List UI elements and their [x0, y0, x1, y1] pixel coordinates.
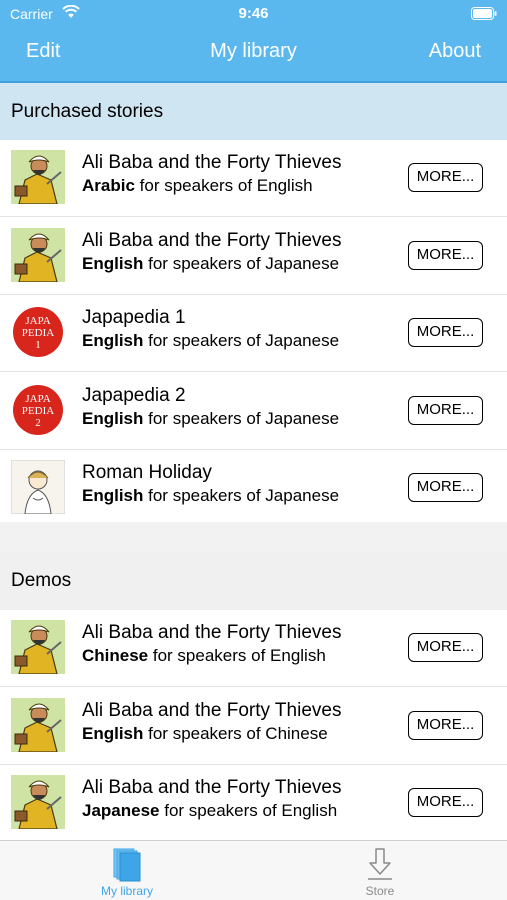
section-spacer — [0, 522, 507, 552]
story-title: Japapedia 2 — [82, 384, 186, 406]
status-bar: Carrier 9:46 — [0, 0, 507, 28]
library-icon — [113, 848, 141, 882]
thumbnail-text: PEDIA — [22, 327, 54, 339]
more-button[interactable]: MORE... — [408, 318, 483, 347]
thumbnail-text: 1 — [35, 339, 41, 351]
more-button[interactable]: MORE... — [408, 788, 483, 817]
more-button[interactable]: MORE... — [408, 473, 483, 502]
story-row[interactable]: Ali Baba and the Forty Thieves Arabic for… — [0, 140, 507, 217]
story-row[interactable]: Ali Baba and the Forty Thieves Chinese fo… — [0, 610, 507, 687]
story-speakers-text: for speakers of Japanese — [143, 253, 340, 273]
story-row[interactable]: Ali Baba and the Forty Thieves English fo… — [0, 687, 507, 765]
story-speakers-text: for speakers of English — [134, 176, 313, 195]
story-language-subtitle: English for speakers of Japanese — [82, 254, 339, 274]
ali-baba-thumbnail — [11, 775, 65, 830]
more-button[interactable]: MORE... — [408, 240, 483, 270]
story-title: Ali Baba and the Forty Thieves — [82, 699, 342, 721]
story-target-language: English — [82, 408, 144, 428]
japapedia-thumbnail: JAPA PEDIA 2 — [11, 383, 65, 437]
story-target-language: English — [82, 723, 144, 743]
ali-baba-thumbnail — [11, 620, 65, 675]
ali-baba-thumbnail — [11, 150, 65, 205]
thumbnail-text: JAPA — [25, 393, 50, 405]
section-header-demos: Demos — [0, 552, 507, 610]
story-title: Ali Baba and the Forty Thieves — [82, 777, 342, 798]
download-icon — [368, 848, 392, 880]
story-speakers-text: for speakers of Chinese — [143, 723, 328, 743]
story-title: Japapedia 1 — [82, 307, 186, 328]
roman-holiday-thumbnail — [10, 459, 66, 515]
story-row[interactable]: JAPA PEDIA 1 Japapedia 1 English for speaker… — [0, 295, 507, 372]
story-speakers-text: for speakers of Japanese — [143, 331, 340, 350]
thumbnail-text: PEDIA — [22, 405, 54, 417]
story-speakers-text: for speakers of Japanese — [143, 408, 340, 428]
navigation-bar: Edit My library About — [0, 28, 507, 81]
status-time: 9:46 — [238, 5, 269, 22]
story-row[interactable]: JAPA PEDIA 2 Japapedia 2 English for speaker… — [0, 372, 507, 450]
story-target-language: Japanese — [82, 801, 160, 820]
story-target-language: Arabic — [82, 176, 135, 195]
section-header-purchased: Purchased stories — [0, 83, 507, 140]
battery-icon — [471, 7, 497, 20]
story-target-language: English — [82, 253, 144, 273]
tab-my-library[interactable]: My library — [0, 841, 254, 900]
story-title: Ali Baba and the Forty Thieves — [82, 152, 342, 173]
tab-store[interactable]: Store — [253, 841, 507, 900]
story-language-subtitle: English for speakers of Chinese — [82, 724, 328, 744]
story-language-subtitle: English for speakers of Japanese — [82, 409, 339, 429]
more-button[interactable]: MORE... — [408, 163, 483, 192]
about-button[interactable]: About — [429, 40, 481, 63]
story-row[interactable]: Ali Baba and the Forty Thieves Japanese f… — [0, 765, 507, 842]
story-language-subtitle: Japanese for speakers of English — [82, 801, 337, 821]
story-target-language: English — [82, 486, 144, 505]
story-speakers-text: for speakers of Japanese — [143, 486, 340, 505]
story-row[interactable]: Roman Holiday English for speakers of Jap… — [0, 450, 507, 527]
thumbnail-text: JAPA — [25, 315, 50, 327]
story-row[interactable]: Ali Baba and the Forty Thieves English fo… — [0, 217, 507, 295]
thumbnail-text: 2 — [35, 417, 41, 429]
story-title: Ali Baba and the Forty Thieves — [82, 622, 342, 643]
tab-label-library: My library — [100, 884, 153, 898]
story-speakers-text: for speakers of English — [148, 646, 326, 665]
tab-bar: My library Store — [0, 840, 507, 900]
ali-baba-thumbnail — [11, 697, 65, 753]
story-target-language: English — [82, 331, 144, 350]
more-button[interactable]: MORE... — [408, 633, 483, 662]
more-button[interactable]: MORE... — [408, 710, 483, 740]
more-button[interactable]: MORE... — [408, 395, 483, 425]
story-title: Roman Holiday — [82, 462, 212, 483]
story-speakers-text: for speakers of English — [159, 801, 338, 820]
story-language-subtitle: Arabic for speakers of English — [82, 176, 313, 196]
japapedia-thumbnail: JAPA PEDIA 1 — [11, 305, 65, 359]
story-language-subtitle: Chinese for speakers of English — [82, 646, 326, 666]
tab-label-store: Store — [365, 884, 395, 898]
story-target-language: Chinese — [82, 646, 149, 665]
story-title: Ali Baba and the Forty Thieves — [82, 229, 342, 251]
story-language-subtitle: English for speakers of Japanese — [82, 486, 339, 506]
story-language-subtitle: English for speakers of Japanese — [82, 331, 339, 351]
ali-baba-thumbnail — [11, 227, 65, 283]
